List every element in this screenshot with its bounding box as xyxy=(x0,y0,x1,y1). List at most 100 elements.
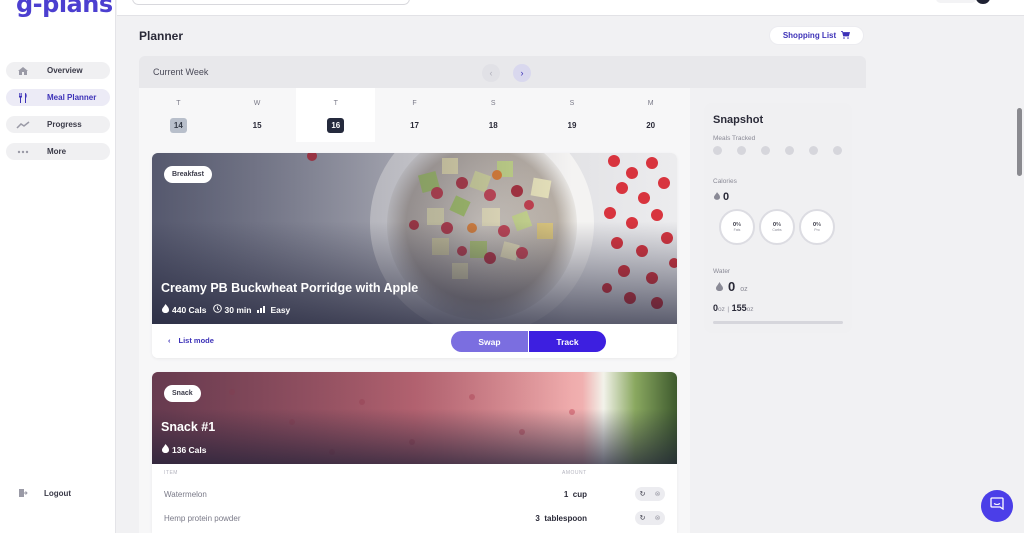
chat-icon xyxy=(990,497,1004,515)
day-letter: M xyxy=(647,100,654,107)
calories-label: Calories xyxy=(713,178,737,185)
meal-card-snack: Snack Snack #1 136 Cals ITEM AMOUNT Wate… xyxy=(152,372,677,533)
day-thu-16[interactable]: T 16 xyxy=(296,88,376,142)
meal-tracked-dot xyxy=(761,146,770,155)
logout-button[interactable]: Logout xyxy=(16,488,71,498)
sidebar-item-overview[interactable]: Overview xyxy=(6,62,110,79)
sidebar-item-label: Progress xyxy=(47,120,82,129)
water-unit: oz xyxy=(740,286,748,293)
page-title: Planner xyxy=(139,29,184,43)
day-sat-18[interactable]: S 18 xyxy=(454,88,533,142)
image-overlay-bottom xyxy=(152,372,677,464)
meal-title[interactable]: Creamy PB Buckwheat Porridge with Apple xyxy=(161,281,418,295)
next-week-button[interactable]: › xyxy=(513,64,531,82)
swap-ingredient-icon[interactable]: ↻ xyxy=(640,490,646,498)
sidebar-item-label: Overview xyxy=(47,66,83,75)
shopping-list-button[interactable]: Shopping List xyxy=(769,26,864,45)
logout-icon xyxy=(16,488,30,498)
trend-icon xyxy=(16,120,30,130)
macro-label: Fats xyxy=(733,228,741,232)
meal-actions: ‹ List mode Swap Track xyxy=(152,324,677,358)
ingredient-qty: 3 xyxy=(535,514,540,523)
remove-ingredient-icon[interactable]: ⊗ xyxy=(655,490,661,498)
time-meta: 30 min xyxy=(212,304,251,315)
meals-tracked-dots xyxy=(713,146,842,155)
day-number: 14 xyxy=(169,118,187,133)
calories-value: 136 Cals xyxy=(172,444,207,455)
ingredients-header: ITEM AMOUNT xyxy=(152,466,677,478)
flame-icon xyxy=(162,304,169,315)
ingredient-tools: ↻ ⊗ xyxy=(635,511,665,525)
meal-tracked-dot xyxy=(737,146,746,155)
account-pill[interactable] xyxy=(936,0,976,3)
day-mon-20[interactable]: M 20 xyxy=(611,88,690,142)
day-letter: T xyxy=(176,100,181,107)
meals-tracked-label: Meals Tracked xyxy=(713,135,756,142)
macro-label: Carbs xyxy=(772,228,782,232)
flame-icon xyxy=(162,444,169,455)
ingredient-unit: tablespoon xyxy=(544,514,587,523)
signal-bars-icon xyxy=(257,305,267,315)
chevron-left-icon: ‹ xyxy=(168,336,171,345)
day-tue-14[interactable]: T 14 xyxy=(139,88,218,142)
swap-ingredient-icon[interactable]: ↻ xyxy=(640,514,646,522)
snapshot-panel: Snapshot Meals Tracked Calories 0 0% Fat… xyxy=(704,103,852,333)
avatar[interactable] xyxy=(976,0,990,4)
macro-protein: 0% Pro xyxy=(799,209,835,245)
calories-total: 0 xyxy=(714,191,729,203)
calories-value: 440 Cals xyxy=(172,304,207,315)
chevron-left-icon: ‹ xyxy=(489,68,493,78)
meal-image[interactable]: Snack Snack #1 136 Cals xyxy=(152,372,677,464)
day-number: 17 xyxy=(410,121,419,130)
logo[interactable]: g-plans xyxy=(16,0,113,18)
ingredient-qty: 1 xyxy=(563,490,569,499)
ingredient-row: Watermelon 1 cup ↻ ⊗ xyxy=(152,482,677,506)
week-label: Current Week xyxy=(153,67,209,77)
meal-title[interactable]: Snack #1 xyxy=(161,420,215,434)
calories-value: 0 xyxy=(723,191,730,203)
chevron-right-icon: › xyxy=(520,68,524,78)
meal-card-breakfast: Breakfast Creamy PB Buckwheat Porridge w… xyxy=(152,153,677,358)
meal-type-badge: Snack xyxy=(164,385,201,402)
search-input[interactable] xyxy=(132,0,410,5)
ingredient-row: Hemp protein powder 3 tablespoon ↻ ⊗ xyxy=(152,506,677,530)
meal-image[interactable]: Breakfast Creamy PB Buckwheat Porridge w… xyxy=(152,153,677,324)
day-number: 18 xyxy=(488,121,498,130)
track-button[interactable]: Track xyxy=(529,331,606,352)
remove-ingredient-icon[interactable]: ⊗ xyxy=(655,514,661,522)
more-dots-icon xyxy=(16,147,30,157)
day-number: 16 xyxy=(327,118,345,133)
home-icon xyxy=(16,66,30,76)
meal-tracked-dot xyxy=(809,146,818,155)
difficulty-meta: Easy xyxy=(257,305,290,315)
week-navigator: Current Week ‹ › xyxy=(139,56,866,88)
day-fri-17[interactable]: F 17 xyxy=(375,88,454,142)
sidebar-item-more[interactable]: More xyxy=(6,143,110,160)
day-selector: T 14 W 15 T 16 F 17 S 18 S 19 M 20 xyxy=(139,88,690,142)
day-letter: S xyxy=(490,100,496,107)
flame-icon xyxy=(714,191,720,203)
swap-button[interactable]: Swap xyxy=(451,331,528,352)
ingredient-amount: 1 cup xyxy=(564,490,587,499)
meal-type-badge: Breakfast xyxy=(164,166,212,183)
previous-week-button[interactable]: ‹ xyxy=(482,64,500,82)
top-bar xyxy=(117,0,1024,16)
macros: 0% Fats 0% Carbs 0% Pro xyxy=(719,209,835,245)
image-overlay-bottom xyxy=(152,153,677,324)
sidebar-item-label: More xyxy=(47,147,67,156)
meal-tracked-dot xyxy=(713,146,722,155)
day-wed-15[interactable]: W 15 xyxy=(218,88,297,142)
water-progress-bar xyxy=(713,321,843,324)
chat-button[interactable] xyxy=(981,490,1013,522)
day-sun-19[interactable]: S 19 xyxy=(533,88,612,142)
sidebar-item-label: Meal Planner xyxy=(47,93,97,102)
water-value: 0 xyxy=(728,279,736,294)
calories-meta: 136 Cals xyxy=(162,444,207,455)
scrollbar-thumb[interactable] xyxy=(1017,108,1022,176)
sidebar-item-progress[interactable]: Progress xyxy=(6,116,110,133)
ingredient-amount: 3 tablespoon xyxy=(535,514,587,523)
list-mode-button[interactable]: ‹ List mode xyxy=(168,336,214,345)
sidebar-item-meal-planner[interactable]: Meal Planner xyxy=(6,89,110,106)
water-total: 0 oz xyxy=(716,279,748,294)
ingredient-tools: ↻ ⊗ xyxy=(635,487,665,501)
